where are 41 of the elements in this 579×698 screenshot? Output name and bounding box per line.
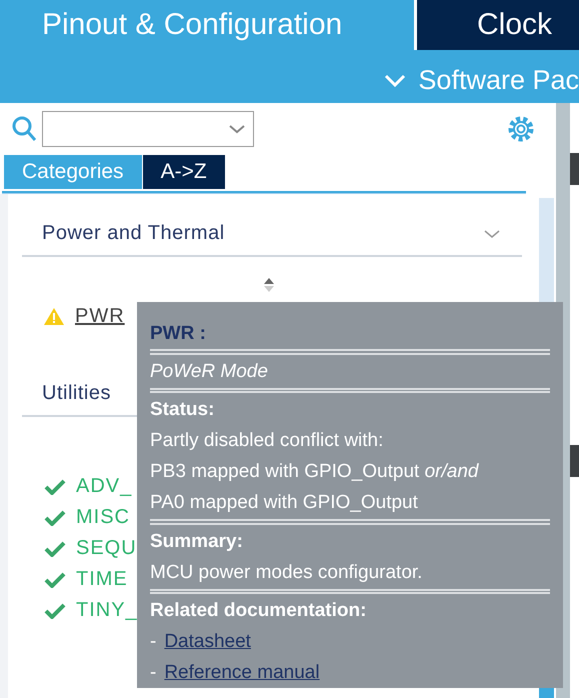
- chevron-down-icon: [384, 74, 406, 88]
- peripheral-link[interactable]: ADV_: [76, 475, 132, 498]
- bullet: -: [150, 630, 156, 654]
- check-icon: [44, 510, 66, 526]
- category-title: Power and Thermal: [42, 222, 225, 245]
- tooltip-text: Partly disabled conflict with:: [150, 429, 384, 453]
- tooltip-heading: Related documentation:: [150, 599, 368, 623]
- search-icon[interactable]: [12, 115, 38, 143]
- category-title: Utilities: [42, 382, 111, 405]
- peripheral-link[interactable]: TIME: [76, 568, 128, 591]
- tooltip-subtitle: PoWeR Mode: [150, 360, 269, 384]
- bullet: -: [150, 661, 156, 685]
- view-tab[interactable]: A->Z: [142, 155, 225, 189]
- panel-edge: [570, 445, 579, 477]
- peripheral-link[interactable]: PWR: [75, 305, 125, 328]
- tooltip-heading: Status:: [150, 398, 216, 422]
- tooltip-text: PB3 mapped with GPIO_Output or/and: [150, 460, 480, 484]
- peripheral-link[interactable]: MISC: [76, 506, 130, 529]
- warning-icon: [43, 307, 65, 326]
- check-icon: [44, 602, 66, 618]
- check-icon: [44, 572, 66, 588]
- chevron-down-icon: [484, 228, 500, 238]
- sort-icon[interactable]: [263, 277, 275, 293]
- doc-link[interactable]: Reference manual: [164, 657, 320, 688]
- peripheral-link[interactable]: SEQU: [76, 537, 137, 560]
- view-tab[interactable]: Categories: [4, 155, 142, 189]
- chevron-down-icon: [229, 124, 245, 134]
- top-tab[interactable]: Clock: [417, 0, 579, 50]
- search-field[interactable]: [42, 111, 254, 147]
- doc-link[interactable]: Datasheet: [164, 626, 251, 657]
- tooltip-text: MCU power modes configurator.: [150, 560, 424, 584]
- software-packs-menu[interactable]: Software Pac: [418, 65, 579, 96]
- tooltip-heading: Summary:: [150, 530, 244, 554]
- tooltip-text: PA0 mapped with GPIO_Output: [150, 491, 419, 515]
- check-icon: [44, 478, 66, 494]
- check-icon: [44, 540, 66, 556]
- category-header[interactable]: Power and Thermal: [22, 222, 522, 257]
- peripheral-link[interactable]: TINY_: [76, 599, 138, 622]
- tooltip-title: PWR :: [150, 322, 207, 346]
- panel-edge: [570, 153, 579, 185]
- settings-icon[interactable]: [506, 114, 536, 144]
